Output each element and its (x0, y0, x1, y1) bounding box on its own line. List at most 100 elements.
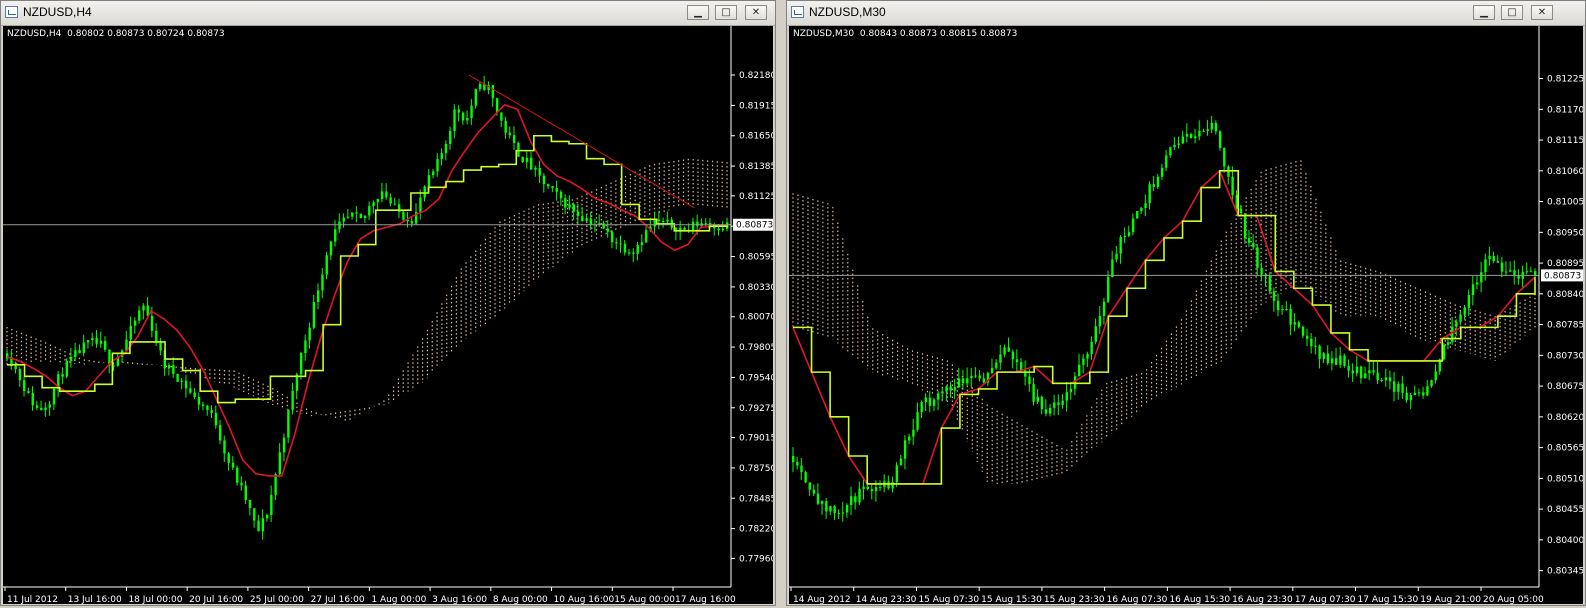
price-tick-label: 0.81225 (1547, 75, 1583, 85)
candle-body (1019, 362, 1023, 371)
candle-body (393, 203, 397, 205)
price-tick-label: 0.80455 (1547, 505, 1583, 515)
minimize-button[interactable]: ▁ (1473, 5, 1495, 20)
chart-canvas[interactable]: 0.81225 0.81170 0.81115 0.81060 0.81005 0.809… (789, 26, 1583, 604)
candle-body (227, 453, 230, 463)
candle-body (287, 409, 290, 438)
candle-body (628, 252, 631, 254)
time-tick-label: 19 Aug 21:00 (1420, 595, 1481, 604)
candle-body (129, 325, 132, 340)
candle-body (193, 392, 196, 398)
ichimoku-cloud (792, 160, 1536, 484)
maximize-button[interactable]: □ (1501, 5, 1523, 20)
close-button[interactable]: ✕ (1531, 5, 1553, 20)
candle-body (610, 231, 614, 243)
price-tick-label: 0.80510 (1547, 474, 1583, 484)
chart-window-nzdusd-m30[interactable]: NZDUSD,M30 ▁ □ ✕ 0.81225 0.81170 0.81115 0.… (786, 0, 1586, 606)
candle-body (1015, 359, 1019, 363)
candle-body (291, 390, 294, 410)
title-bar[interactable]: NZDUSD,M30 ▁ □ ✕ (787, 1, 1585, 26)
price-tick-label: 0.80620 (1547, 413, 1583, 423)
candle-body (1003, 347, 1006, 355)
candle-body (1194, 136, 1197, 139)
candle-body (1169, 147, 1172, 156)
candle-body (924, 397, 928, 403)
candle-body (1231, 176, 1234, 196)
candle-body (606, 228, 610, 232)
candle-body (376, 199, 380, 203)
price-chart-area[interactable]: 0.81225 0.81170 0.81115 0.81060 0.81005 0.809… (789, 26, 1583, 604)
candle-body (585, 218, 588, 221)
candle-body (1484, 259, 1487, 273)
candle-body (1364, 373, 1367, 379)
candle-body (385, 191, 388, 198)
candle-body (133, 320, 137, 326)
candle-body (423, 186, 426, 198)
candle-body (363, 215, 367, 219)
chart-window-nzdusd-h4[interactable]: NZDUSD,H4 ▁ □ ✕ 0.82180 0.81915 0.81650 0.8… (0, 0, 776, 606)
candle-body (78, 350, 81, 354)
candle-body (236, 467, 239, 483)
price-chart-area[interactable]: 0.82180 0.81915 0.81650 0.81385 0.81125 0.808… (3, 26, 773, 604)
candle-body (525, 157, 529, 162)
candle-body (841, 512, 845, 514)
window-title: NZDUSD,H4 (23, 5, 92, 19)
candle-body (1127, 232, 1131, 236)
candle-body (696, 221, 699, 226)
candle-body (1426, 386, 1429, 396)
candle-body (1417, 392, 1421, 394)
time-tick-label: 14 Aug 23:30 (856, 595, 917, 604)
candle-body (427, 175, 431, 187)
candle-body (717, 228, 720, 231)
candle-body (957, 378, 961, 388)
maximize-button[interactable]: □ (715, 5, 737, 20)
candle-body (1152, 184, 1156, 187)
candle-body (547, 184, 550, 187)
candle-body (576, 211, 580, 217)
candle-body (206, 405, 209, 410)
candle-body (990, 368, 994, 373)
candle-body (1177, 143, 1180, 145)
candle-body (1028, 376, 1031, 385)
candle-body (928, 397, 932, 406)
price-tick-label: 0.80840 (1547, 290, 1583, 300)
price-tick-label: 0.79275 (739, 404, 773, 414)
minimize-button[interactable]: ▁ (687, 5, 709, 20)
candle-body (895, 465, 899, 483)
chart-window-icon (5, 6, 18, 18)
kijun-sen-line (7, 134, 728, 404)
close-button[interactable]: ✕ (745, 5, 767, 20)
candle-body (708, 222, 712, 225)
candle-body (1189, 133, 1193, 139)
candle-body (512, 135, 516, 143)
candle-body (402, 211, 405, 220)
candle-body (691, 221, 695, 231)
price-tick-label: 0.80595 (739, 253, 773, 263)
candle-body (1136, 211, 1139, 219)
candle-body (721, 228, 725, 231)
candle-body (368, 206, 371, 216)
candle-body (372, 202, 375, 207)
candle-body (312, 302, 316, 328)
candle-body (282, 437, 286, 453)
candle-body (1359, 366, 1363, 379)
title-bar[interactable]: NZDUSD,H4 ▁ □ ✕ (1, 1, 775, 26)
candle-body (796, 462, 799, 466)
candle-body (1256, 247, 1259, 268)
candle-body (1405, 392, 1408, 401)
candle-body (197, 397, 201, 405)
candle-body (1181, 136, 1185, 144)
tenkan-sen-line (6, 103, 728, 477)
price-tick-label: 0.78485 (739, 494, 773, 504)
price-tick-label: 0.80730 (1547, 351, 1583, 361)
chart-canvas[interactable]: 0.82180 0.81915 0.81650 0.81385 0.81125 0.808… (3, 26, 773, 604)
candle-body (837, 513, 840, 515)
candle-body (1206, 129, 1209, 132)
candle-body (1467, 295, 1471, 308)
candle-body (334, 229, 337, 242)
candle-body (1310, 338, 1313, 347)
candle-body (551, 186, 554, 189)
candle-body (978, 375, 981, 379)
candle-body (999, 354, 1002, 363)
candle-body (1160, 167, 1164, 177)
